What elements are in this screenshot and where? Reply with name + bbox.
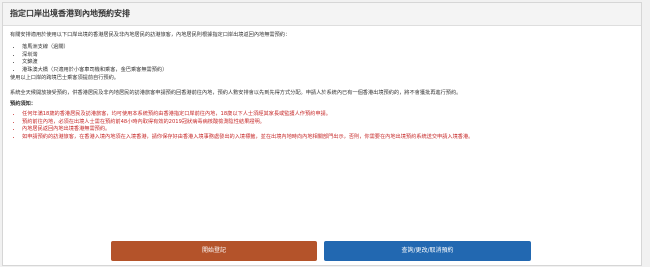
booking-rule-text: 系統全天候開放接受預約，供香港居民及非內地居民的訪港旅客申請預約回香港前往內地，… bbox=[10, 89, 462, 96]
intro-text: 有關安排適用於使用以下口岸出境的香港居民及非內地居民的訪港旅客，內地居民則根據指… bbox=[10, 32, 291, 38]
notice-item: 如申請預約的訪港旅客，在香港入境內地須在入境香港，請你保存好由香港入境事務處發出… bbox=[22, 134, 633, 142]
notice-item: 任何年滿18歲的香港居民及訪港旅客，均可使用本系統預約由香港指定口岸前往內地，1… bbox=[22, 111, 633, 119]
notice-list: 任何年滿18歲的香港居民及訪港旅客，均可使用本系統預約由香港指定口岸前往內地，1… bbox=[10, 111, 633, 141]
list-item: 港珠澳大橋（只適用於小客車司機和乘客，金巴乘客無需預約） bbox=[22, 67, 633, 75]
notice-item: 內地居民返回內地出境香港無需預約。 bbox=[22, 126, 633, 134]
notice-title: 預約須知： bbox=[10, 100, 36, 107]
start-registration-button[interactable]: 開始登記 bbox=[111, 241, 317, 261]
crossing-list: 落馬洲支線（過關） 深圳灣 文錦渡 港珠澳大橋（只適用於小客車司機和乘客，金巴乘… bbox=[10, 44, 633, 74]
booking-arrangement-panel: 指定口岸出境香港到內地預約安排 有關安排適用於使用以下口岸出境的香港居民及非內地… bbox=[2, 2, 642, 266]
action-bar: 開始登記 查詢/更改/取消預約 bbox=[3, 241, 641, 263]
query-change-cancel-button[interactable]: 查詢/更改/取消預約 bbox=[324, 241, 531, 261]
list-item: 文錦渡 bbox=[22, 59, 633, 67]
panel-title: 指定口岸出境香港到內地預約安排 bbox=[3, 3, 641, 26]
panel-body: 有關安排適用於使用以下口岸出境的香港居民及非內地居民的訪港旅客，內地居民則根據指… bbox=[3, 26, 641, 142]
crossing-note: 使用以上口岸的跨境巴士乘客須提前自行預約。 bbox=[10, 74, 119, 81]
list-item: 落馬洲支線（過關） bbox=[22, 44, 633, 52]
notice-item: 預約前往內地，必須在出境人士需在預約前48小時內取得有效的2019冠狀病毒病核酸… bbox=[22, 119, 633, 127]
list-item: 深圳灣 bbox=[22, 52, 633, 60]
